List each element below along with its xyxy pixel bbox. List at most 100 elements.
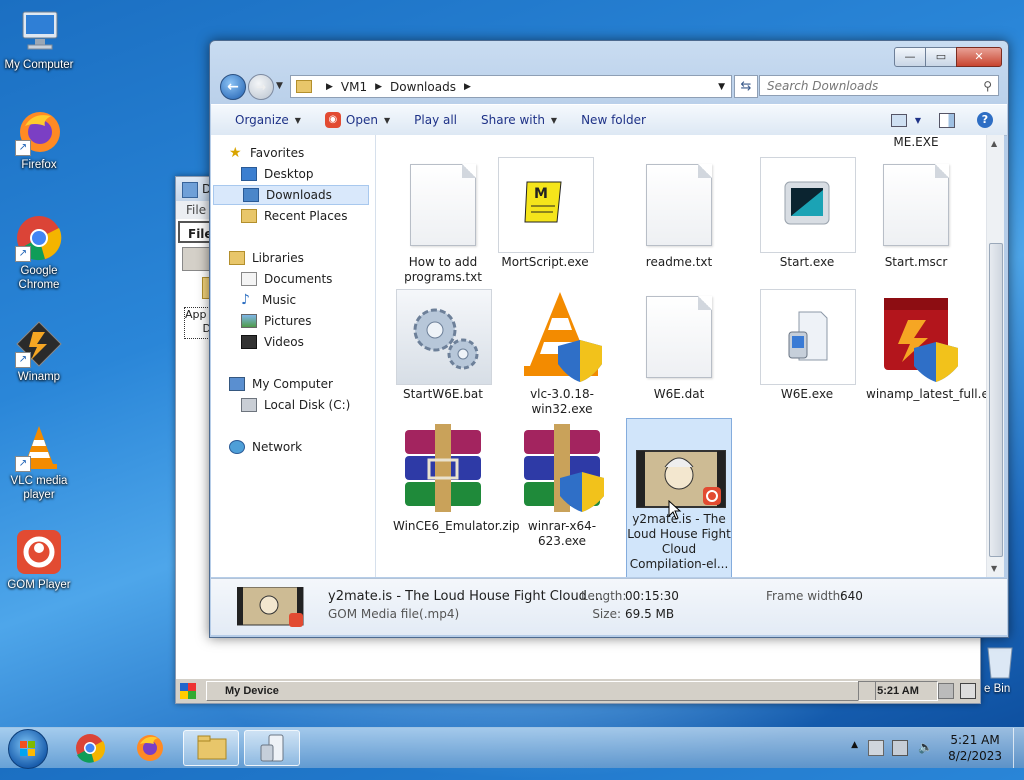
show-hidden-icons[interactable]: ▲ (851, 740, 858, 750)
firefox-icon: ↗ (15, 108, 63, 156)
text-file-icon (631, 156, 727, 252)
start-button[interactable] (8, 729, 48, 769)
file-item[interactable]: ME.EXE (866, 135, 966, 150)
search-input[interactable]: Search Downloads ⚲ (759, 75, 999, 96)
share-with-menu[interactable]: Share with ▼ (469, 105, 569, 135)
scroll-up-icon[interactable]: ▲ (991, 139, 997, 148)
recent-places-icon (241, 209, 257, 223)
firefox-icon (137, 735, 163, 761)
frame-width-value: 640 (840, 589, 863, 603)
sidebar-item-network[interactable]: Network (211, 437, 393, 457)
vertical-scrollbar[interactable]: ▲ ▼ (986, 135, 1004, 577)
close-button[interactable]: ✕ (956, 47, 1002, 67)
open-menu[interactable]: ◉ Open ▼ (313, 105, 402, 135)
change-view-icon[interactable] (890, 113, 907, 127)
caption-buttons: — ▭ ✕ (894, 47, 1002, 67)
address-bar[interactable]: ▶ VM1 ▶ Downloads ▶ ▼ (290, 75, 732, 98)
libraries-icon (229, 251, 245, 265)
navigation-bar: ← → ▼ ▶ VM1 ▶ Downloads ▶ ▼ ⇆ Search Dow… (218, 73, 1000, 100)
file-item[interactable]: StartW6E.bat (393, 288, 493, 402)
taskbar-explorer-button[interactable] (183, 730, 239, 766)
size-label: Size: (592, 607, 621, 621)
chevron-right-icon[interactable]: ▶ (375, 82, 382, 92)
file-name: WinCE6_Emulator.zip (393, 519, 520, 533)
chevron-right-icon[interactable]: ▶ (326, 82, 333, 92)
file-item-selected[interactable]: y2mate.is - The Loud House Fight Cloud C… (626, 418, 732, 577)
taskbar-clock[interactable]: 5:21 AM 8/2/2023 (948, 732, 1002, 764)
desktop-icon-winamp[interactable]: ↗ Winamp (2, 320, 76, 384)
file-item[interactable]: WinCE6_Emulator.zip (393, 420, 520, 534)
desktop-toggle-icon[interactable] (960, 683, 976, 699)
winrar-installer-icon (514, 420, 610, 516)
chrome-icon: ↗ (15, 214, 63, 262)
sidebar-item-downloads[interactable]: Downloads (213, 185, 369, 205)
ce-taskbar: My Device 5:21 AM (176, 678, 980, 703)
minimize-button[interactable]: — (894, 47, 926, 67)
network-icon (229, 440, 245, 454)
taskbar-firefox-button[interactable] (122, 730, 178, 766)
desktop-icon-vlc[interactable]: ↗ VLC media player (2, 424, 76, 502)
scroll-down-icon[interactable]: ▼ (991, 564, 997, 573)
sidebar-item-libraries[interactable]: Libraries (211, 248, 393, 268)
desktop-icon-firefox[interactable]: ↗ Firefox (2, 108, 76, 172)
breadcrumb-downloads[interactable]: Downloads (390, 80, 456, 94)
breadcrumb-vm1[interactable]: VM1 (341, 80, 367, 94)
organize-menu[interactable]: Organize ▼ (211, 105, 313, 135)
file-name: MortScript.exe (501, 255, 589, 269)
new-folder-button[interactable]: New folder (569, 105, 658, 135)
dropdown-arrow-icon: ▼ (550, 115, 558, 125)
text-file-icon (395, 156, 491, 252)
maximize-button[interactable]: ▭ (925, 47, 957, 67)
search-icon[interactable]: ⚲ (983, 76, 992, 97)
preview-pane-icon[interactable] (939, 112, 955, 128)
sidebar-item-my-computer[interactable]: My Computer (211, 374, 393, 394)
file-item[interactable]: winrar-x64-623.exe (512, 420, 612, 549)
keyboard-icon[interactable] (938, 683, 954, 699)
action-center-icon[interactable] (868, 740, 884, 756)
file-item[interactable]: vlc-3.0.18-win32.exe (512, 288, 612, 417)
file-item[interactable]: M MortScript.exe (495, 156, 595, 270)
file-item[interactable]: winamp_latest_full.exe (866, 288, 990, 402)
show-desktop-button[interactable] (1013, 728, 1024, 768)
taskbar-emulator-button[interactable] (244, 730, 300, 766)
desktop-icon-gom-player[interactable]: GOM Player (2, 528, 76, 592)
ce-folder-label[interactable]: App D (184, 307, 212, 339)
back-button[interactable]: ← (220, 74, 246, 100)
sidebar-item-favorites[interactable]: ★ Favorites (211, 143, 393, 163)
play-all-button[interactable]: Play all (402, 105, 469, 135)
desktop-icon-my-computer[interactable]: My Computer (2, 8, 76, 72)
file-item[interactable]: How to add programs.txt (393, 156, 493, 285)
ce-back-button[interactable] (182, 247, 212, 271)
file-item[interactable]: Start.mscr (866, 156, 966, 270)
file-name: W6E.exe (780, 387, 834, 401)
vlc-icon: ↗ (15, 424, 63, 472)
address-dropdown-icon[interactable]: ▼ (718, 82, 725, 92)
file-name: winamp_latest_full.exe (866, 387, 990, 401)
desktop-icon-chrome[interactable]: ↗ Google Chrome (2, 214, 76, 292)
help-icon[interactable]: ? (977, 112, 993, 128)
device-emulator-icon (260, 734, 284, 762)
view-dropdown-icon[interactable]: ▼ (915, 116, 921, 125)
details-pane: y2mate.is - The Loud House Fight Cloud .… (211, 578, 1007, 635)
ce-task-my-device[interactable]: My Device (206, 681, 876, 701)
file-item[interactable]: W6E.exe (757, 288, 857, 402)
scrollbar-thumb[interactable] (989, 243, 1003, 557)
ce-start-icon[interactable] (180, 683, 196, 699)
taskbar-chrome-button[interactable] (62, 730, 118, 766)
mortscript-icon: M (497, 156, 594, 253)
chevron-right-icon[interactable]: ▶ (464, 82, 471, 92)
refresh-button[interactable]: ⇆ (734, 75, 758, 98)
dropdown-arrow-icon: ▼ (383, 115, 391, 125)
file-item[interactable]: Start.exe (757, 156, 857, 270)
command-bar: Organize ▼ ◉ Open ▼ Play all Share with ▼ N… (211, 104, 1007, 136)
file-item[interactable]: W6E.dat (629, 288, 729, 402)
star-icon: ★ (229, 145, 242, 161)
network-status-icon[interactable] (892, 740, 908, 756)
volume-icon[interactable]: 🔈 (918, 740, 933, 754)
batch-file-icon (395, 288, 492, 385)
forward-button[interactable]: → (248, 74, 274, 100)
file-item[interactable]: readme.txt (629, 156, 729, 270)
recycle-bin-icon[interactable] (982, 640, 1022, 680)
recent-pages-dropdown[interactable]: ▼ (276, 81, 283, 91)
explorer-window[interactable]: — ▭ ✕ ← → ▼ ▶ VM1 ▶ Downloads ▶ ▼ ⇆ Sear… (209, 40, 1009, 638)
